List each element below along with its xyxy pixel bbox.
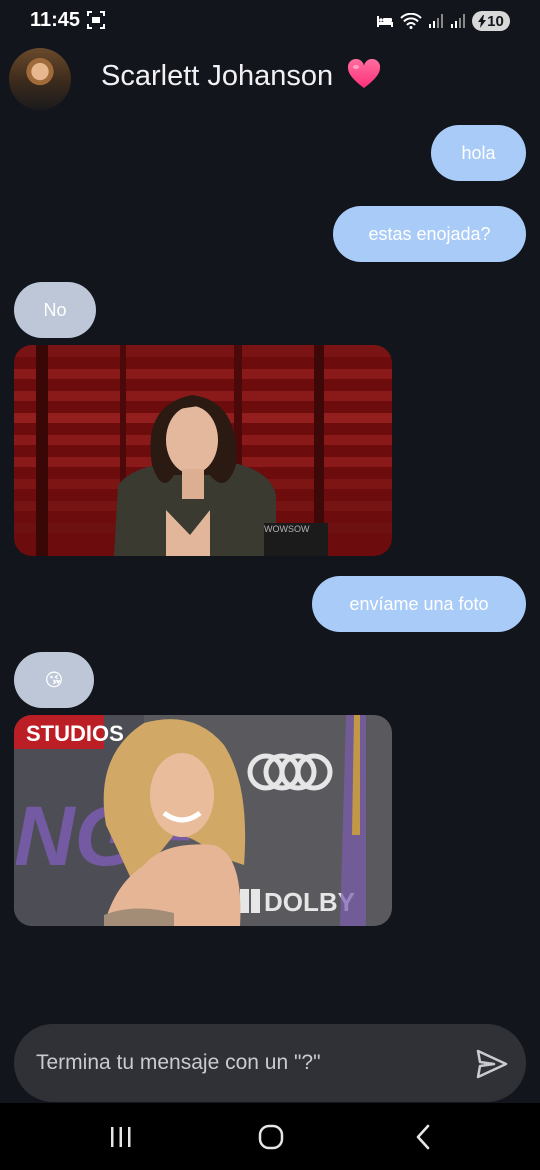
wifi-icon <box>400 13 422 29</box>
photo-2-image: STUDIOS NGE DOLBY <box>14 715 392 926</box>
message-text: hola <box>461 142 496 163</box>
contact-name: Scarlett Johanson <box>101 58 381 93</box>
back-icon <box>416 1124 430 1150</box>
system-nav-bar <box>0 1103 540 1170</box>
signal-icon-1 <box>429 14 443 28</box>
photo-2-dolby-logo: DOLBY <box>240 887 355 917</box>
photo-1-image: WOWSOW <box>14 345 392 556</box>
charging-bolt-icon <box>478 14 487 28</box>
send-button[interactable] <box>474 1046 510 1082</box>
recents-icon <box>111 1127 131 1147</box>
screenshot-icon <box>87 11 105 29</box>
message-bubble-sent[interactable]: estas enojada? <box>333 206 526 262</box>
contact-name-text: Scarlett Johanson <box>101 60 334 92</box>
back-button[interactable] <box>403 1119 443 1155</box>
battery-level: 10 <box>487 12 504 30</box>
message-bubble-received[interactable]: No <box>14 282 96 338</box>
message-composer <box>14 1024 526 1102</box>
message-text: No <box>43 299 67 320</box>
dnd-bed-icon <box>377 16 393 27</box>
send-icon <box>476 1049 508 1079</box>
received-photo-2[interactable]: STUDIOS NGE DOLBY <box>14 715 392 926</box>
message-bubble-sent[interactable]: envíame una foto <box>312 576 526 632</box>
signal-icon-2 <box>451 14 465 28</box>
home-icon <box>258 1124 284 1150</box>
message-text: estas enojada? <box>368 223 491 244</box>
message-bubble-sent[interactable]: hola <box>431 125 526 181</box>
contact-avatar[interactable] <box>9 48 71 110</box>
pink-heart-icon <box>348 58 381 88</box>
message-text: envíame una foto <box>349 593 489 614</box>
photo-2-text-1: STUDIOS <box>26 721 124 746</box>
battery-indicator: 10 <box>472 11 510 31</box>
home-button[interactable] <box>251 1119 291 1155</box>
chat-header: Scarlett Johanson <box>0 44 540 114</box>
status-bar: 11:45 10 <box>0 0 540 42</box>
photo-1-watermark: WOWSOW <box>264 524 310 534</box>
recents-button[interactable] <box>101 1119 141 1155</box>
message-input[interactable] <box>36 1024 456 1102</box>
received-photo-1[interactable]: WOWSOW <box>14 345 392 556</box>
message-text-emoji: 😘 <box>44 669 64 690</box>
status-time: 11:45 <box>30 9 81 31</box>
status-icons: 10 <box>376 10 510 32</box>
message-bubble-received[interactable]: 😘 <box>14 652 94 708</box>
